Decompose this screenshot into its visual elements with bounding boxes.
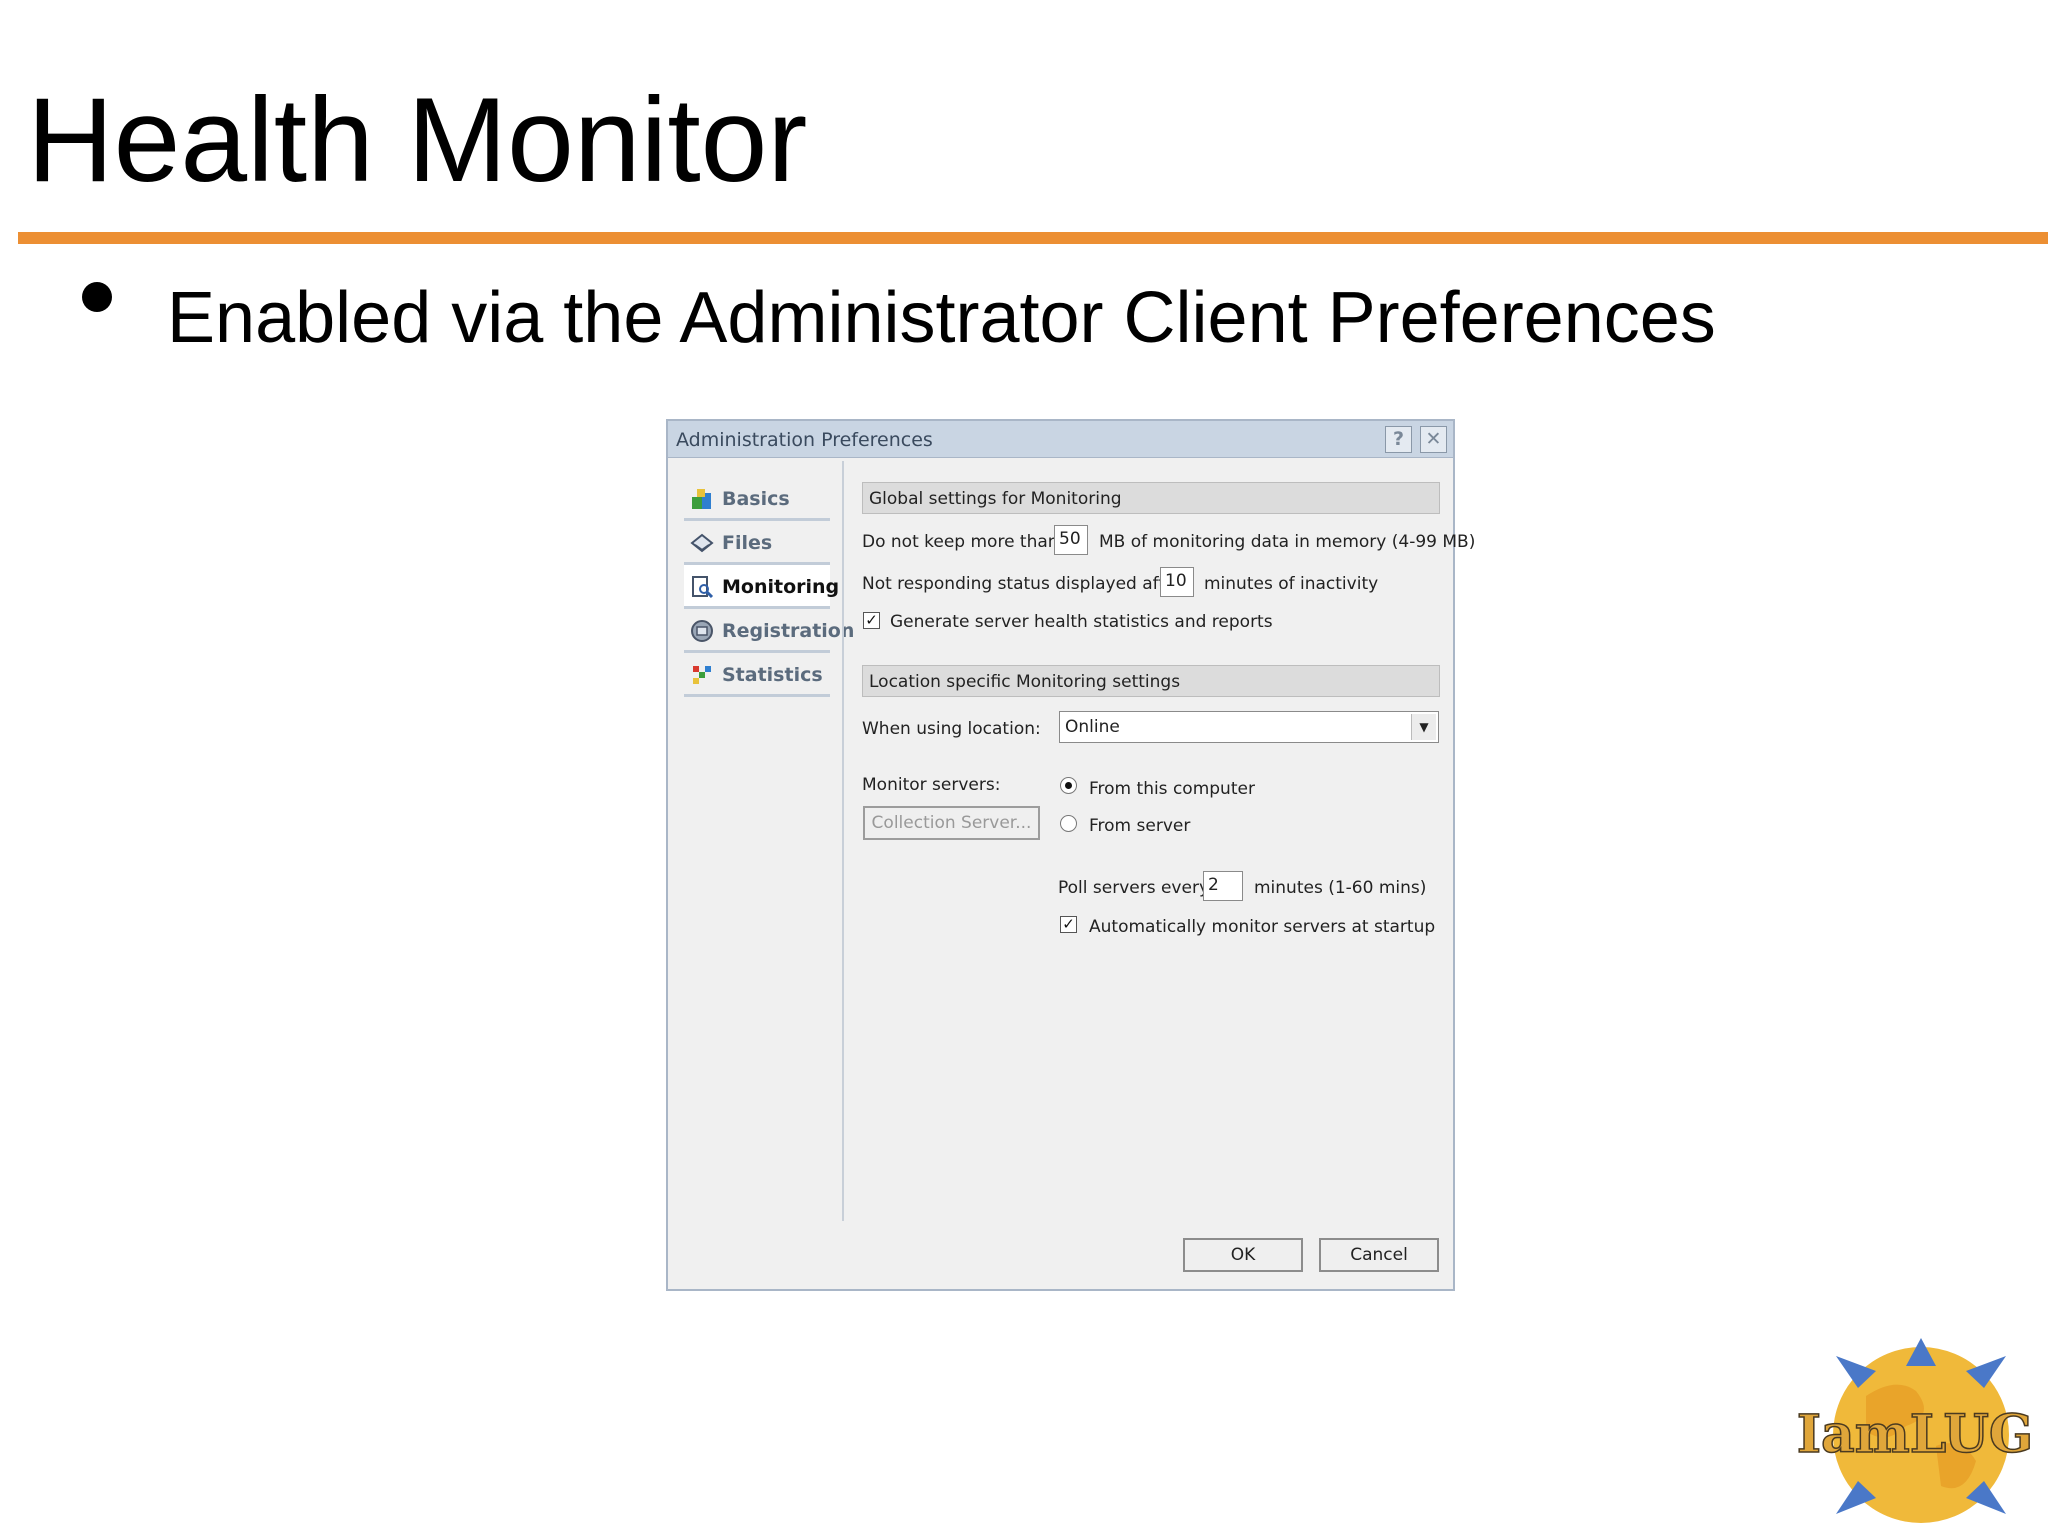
auto-monitor-checkbox[interactable]: ✓ [1060,916,1077,933]
poll-interval-input[interactable]: 2 [1203,871,1243,901]
bullet-marker [82,282,112,312]
monitor-servers-label: Monitor servers: [862,775,1001,795]
logo-text: IamLUG [1797,1404,2034,1465]
radio-from-this-computer[interactable] [1060,777,1077,794]
slide-title: Health Monitor [27,73,808,207]
nav-item-monitoring[interactable]: Monitoring [684,565,839,609]
poll-servers-label: Poll servers every [1058,878,1209,898]
administration-preferences-dialog: Administration Preferences ? ✕ Basics Fi… [666,419,1475,1291]
nav-label-registration: Registration [722,620,855,642]
help-icon: ? [1392,428,1405,450]
memory-units-label: MB of monitoring data in memory (4-99 MB… [1099,532,1476,552]
global-settings-header: Global settings for Monitoring [862,482,1440,514]
dialog-titlebar: Administration Preferences ? ✕ [668,421,1453,458]
cancel-button[interactable]: Cancel [1319,1238,1439,1272]
radio-from-server[interactable] [1060,815,1077,832]
nav-label-statistics: Statistics [722,664,823,686]
monitoring-icon [692,576,714,599]
keep-memory-label: Do not keep more than [862,532,1059,552]
poll-units-label: minutes (1-60 mins) [1254,878,1427,898]
location-settings-header: Location specific Monitoring settings [862,665,1440,697]
memory-limit-input[interactable]: 50 [1054,525,1088,555]
chevron-down-icon: ▼ [1411,714,1436,740]
title-divider [18,232,2048,244]
location-value: Online [1065,717,1120,737]
statistics-icon [693,666,711,684]
nav-item-basics[interactable]: Basics [684,477,830,521]
close-icon: ✕ [1425,428,1442,450]
ok-button[interactable]: OK [1183,1238,1303,1272]
iamlug-logo: IamLUG [1796,1338,2034,1523]
nav-label-monitoring: Monitoring [722,576,840,598]
bullet-text: Enabled via the Administrator Client Pre… [167,278,1716,358]
radio-label-from-server: From server [1089,816,1191,836]
nav-item-statistics[interactable]: Statistics [684,653,830,697]
basics-icon [692,489,711,509]
generate-statistics-label: Generate server health statistics and re… [890,612,1273,632]
generate-statistics-checkbox[interactable]: ✓ [863,612,880,629]
collection-server-button[interactable]: Collection Server... [863,806,1040,840]
auto-monitor-label: Automatically monitor servers at startup [1089,917,1436,937]
location-select[interactable]: Online ▼ [1059,711,1439,743]
nav-label-files: Files [722,532,773,554]
help-button[interactable]: ? [1385,426,1412,453]
dialog-title: Administration Preferences [676,429,933,451]
not-responding-label: Not responding status displayed after [862,574,1183,594]
preferences-nav: Basics Files Monitoring Registration Sta… [684,477,854,697]
registration-icon [691,620,713,642]
nav-item-registration[interactable]: Registration [684,609,854,653]
monitoring-settings-panel: Global settings for Monitoring Do not ke… [844,457,1475,1227]
radio-label-this-computer: From this computer [1089,779,1255,799]
nav-item-files[interactable]: Files [684,521,830,565]
inactivity-units-label: minutes of inactivity [1204,574,1379,594]
location-label: When using location: [862,719,1041,739]
files-icon [690,533,714,553]
nav-label-basics: Basics [722,488,790,510]
inactivity-minutes-input[interactable]: 10 [1160,567,1194,597]
close-button[interactable]: ✕ [1420,426,1447,453]
